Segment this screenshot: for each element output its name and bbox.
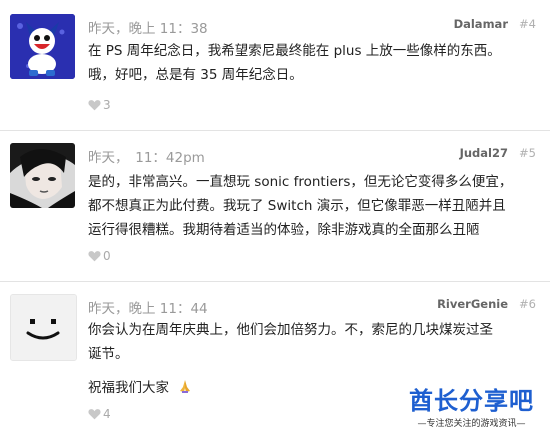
post-line: 祝福我们大家 xyxy=(88,380,169,396)
jack-frost-avatar[interactable] xyxy=(10,14,75,79)
post-divider xyxy=(0,281,550,282)
post-body: 是的，非常高兴。一直想玩 sonic frontiers，但无论它变得多么便宜，… xyxy=(88,170,538,242)
praying-hands-icon xyxy=(180,380,191,393)
post-meta: 昨天，晚上 11：38 Dalamar #4 xyxy=(88,17,536,37)
like-button[interactable]: 4 xyxy=(88,406,111,422)
like-button[interactable]: 3 xyxy=(88,97,111,113)
anime-character-icon xyxy=(10,143,75,208)
post-line: 在 PS 周年纪念日，我希望索尼最终能在 plus 上放一些像样的东西。 xyxy=(88,43,501,59)
like-button[interactable]: 0 xyxy=(88,248,111,264)
post-line: 都不想真正为此付费。我玩了 Switch 演示，但它像罪恶一样丑陋并且 xyxy=(88,198,506,214)
post-line: 你会认为在周年庆典上，他们会加倍努力。不，索尼的几块煤炭过圣 xyxy=(88,322,493,338)
like-count: 4 xyxy=(103,406,111,421)
post-line: 哦，好吧，总是有 35 周年纪念日。 xyxy=(88,67,303,83)
heart-icon xyxy=(88,408,101,419)
watermark-subtitle: —专注您关注的游戏资讯— xyxy=(417,419,526,429)
post-divider xyxy=(0,130,550,131)
site-watermark: 酋长分享吧 —专注您关注的游戏资讯— xyxy=(399,386,544,430)
post-line: 运行得很糟糕。我期待着适当的体验，除非游戏真的全面那么丑陋 xyxy=(88,222,480,238)
post-line: 是的，非常高兴。一直想玩 sonic frontiers，但无论它变得多么便宜， xyxy=(88,174,513,190)
post-author[interactable]: Dalamar xyxy=(454,17,508,31)
post-author[interactable]: Judal27 xyxy=(460,146,508,160)
post-number[interactable]: #6 xyxy=(519,297,536,311)
post-line: 诞节。 xyxy=(88,346,129,362)
heart-icon xyxy=(88,99,101,110)
like-count: 0 xyxy=(103,248,111,263)
post-time: 昨天， 11：42pm xyxy=(88,150,205,166)
anime-character-avatar[interactable] xyxy=(10,143,75,208)
post-meta: 昨天，晚上 11：44 RiverGenie #6 xyxy=(88,297,536,317)
post-number[interactable]: #4 xyxy=(519,17,536,31)
post-time: 昨天，晚上 11：44 xyxy=(88,301,208,317)
post-author[interactable]: RiverGenie xyxy=(437,297,508,311)
jack-frost-icon xyxy=(10,14,75,79)
watermark-title: 酋长分享吧 xyxy=(409,387,534,415)
post-body: 在 PS 周年纪念日，我希望索尼最终能在 plus 上放一些像样的东西。 哦，好… xyxy=(88,39,538,87)
smiley-face-avatar[interactable] xyxy=(10,294,77,361)
post-time: 昨天，晚上 11：38 xyxy=(88,21,208,37)
post-number[interactable]: #5 xyxy=(519,146,536,160)
smiley-face-icon xyxy=(11,295,76,360)
post-meta: 昨天， 11：42pm Judal27 #5 xyxy=(88,146,536,166)
heart-icon xyxy=(88,250,101,261)
like-count: 3 xyxy=(103,97,111,112)
